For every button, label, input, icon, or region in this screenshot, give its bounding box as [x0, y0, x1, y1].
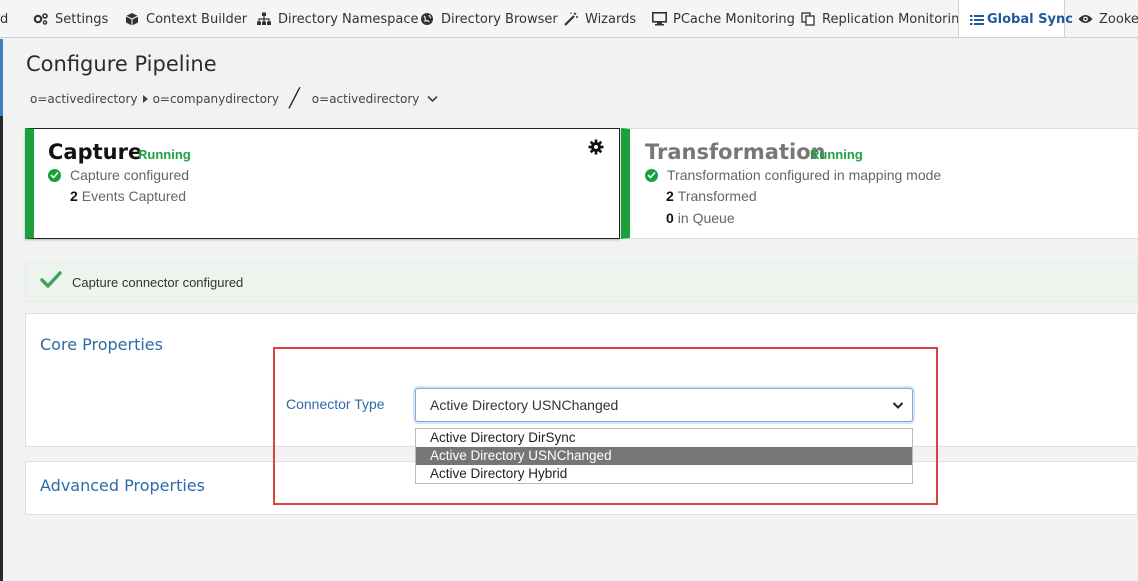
- transformation-stage-card[interactable]: Transformation Running Transformation co…: [621, 128, 1138, 239]
- globe-icon: [419, 11, 435, 27]
- left-edge: [0, 39, 3, 581]
- tab-label: PCache Monitoring: [673, 11, 795, 27]
- dropdown-option[interactable]: Active Directory Hybrid: [416, 465, 912, 483]
- tab-context-builder[interactable]: Context Builder: [124, 0, 248, 37]
- dropdown-option-selected[interactable]: Active Directory USNChanged: [416, 447, 912, 465]
- chevron-down-icon: [892, 398, 906, 412]
- queue-line: 0 in Queue: [666, 210, 735, 226]
- tab-label: d: [0, 11, 9, 27]
- tab-global-sync[interactable]: Global Sync: [958, 0, 1073, 37]
- capture-title: Capture: [48, 140, 143, 164]
- capture-status: Running: [138, 147, 191, 162]
- list-icon: [970, 12, 984, 28]
- events-captured-count: 2: [70, 188, 78, 204]
- transformed-line: 2 Transformed: [666, 188, 757, 204]
- tab-label: Zookee: [1099, 11, 1138, 27]
- copy-icon: [800, 11, 816, 27]
- queue-count: 0: [666, 210, 674, 226]
- check-icon: [40, 271, 62, 293]
- tab-label: Directory Namespace: [278, 11, 419, 27]
- tab-label: Context Builder: [146, 11, 248, 27]
- check-circle-icon: [645, 168, 658, 182]
- connector-type-select[interactable]: Active Directory USNChanged: [415, 388, 913, 422]
- top-tab-bar: d Settings Context Builder Directory Nam…: [0, 0, 1138, 38]
- gear-icon[interactable]: [588, 139, 606, 157]
- tab-partial[interactable]: d: [0, 0, 9, 37]
- tab-label: Wizards: [585, 11, 637, 27]
- connector-type-value: Active Directory USNChanged: [430, 397, 619, 413]
- tab-label: Global Sync: [987, 12, 1073, 27]
- sitemap-icon: [256, 11, 272, 27]
- capture-configured-line: Capture configured: [48, 167, 189, 183]
- tab-label: Directory Browser: [441, 11, 558, 27]
- core-properties-panel: Core Properties: [25, 313, 1138, 447]
- transformation-title: Transformation: [645, 140, 826, 164]
- capture-configured-text: Capture configured: [70, 167, 190, 183]
- breadcrumb-source-parent[interactable]: o=activedirectory: [30, 92, 138, 106]
- notice-text: Capture connector configured: [72, 274, 244, 290]
- connector-type-dropdown: Active Directory DirSync Active Director…: [415, 428, 913, 484]
- slash-separator: ╱: [288, 88, 300, 109]
- magic-wand-icon: [563, 11, 579, 27]
- tab-pcache-monitoring[interactable]: PCache Monitoring: [651, 0, 795, 37]
- core-properties-heading[interactable]: Core Properties: [40, 335, 163, 354]
- capture-stage-card[interactable]: Capture Running Capture configured 2 Eve…: [25, 128, 620, 239]
- caret-right-icon: [142, 94, 148, 103]
- tab-label: Settings: [55, 11, 109, 27]
- breadcrumb-source-child[interactable]: o=companydirectory: [153, 92, 279, 106]
- tab-directory-namespace[interactable]: Directory Namespace: [256, 0, 419, 37]
- eye-icon: [1077, 11, 1093, 27]
- events-captured-label: Events Captured: [81, 188, 187, 204]
- page-title: Configure Pipeline: [26, 52, 217, 76]
- check-circle-icon: [48, 168, 61, 182]
- queue-label: in Queue: [677, 210, 735, 226]
- transformed-label: Transformed: [677, 188, 757, 204]
- dropdown-option[interactable]: Active Directory DirSync: [416, 429, 912, 447]
- breadcrumb-target[interactable]: o=activedirectory: [312, 92, 420, 106]
- connector-type-label: Connector Type: [286, 396, 385, 412]
- tab-settings[interactable]: Settings: [33, 0, 109, 37]
- tab-directory-browser[interactable]: Directory Browser: [419, 0, 558, 37]
- chevron-down-icon[interactable]: [427, 92, 438, 106]
- cube-icon: [124, 11, 140, 27]
- tab-replication-monitoring[interactable]: Replication Monitoring: [800, 0, 968, 37]
- events-captured-line: 2 Events Captured: [70, 188, 186, 204]
- tab-label: Replication Monitoring: [822, 11, 968, 27]
- monitor-icon: [651, 11, 667, 27]
- success-notice: Capture connector configured: [25, 262, 1138, 302]
- transformation-status: Running: [810, 147, 863, 162]
- transformation-configured-line: Transformation configured in mapping mod…: [645, 167, 941, 183]
- transformed-count: 2: [666, 188, 674, 204]
- tab-wizards[interactable]: Wizards: [563, 0, 637, 37]
- breadcrumb: o=activedirectory o=companydirectory ╱ o…: [30, 88, 438, 109]
- left-edge-accent: [0, 39, 3, 116]
- advanced-properties-heading[interactable]: Advanced Properties: [40, 476, 205, 495]
- gears-icon: [33, 11, 49, 27]
- tab-zookeeper[interactable]: Zookee: [1077, 0, 1138, 37]
- transformation-configured-text: Transformation configured in mapping mod…: [667, 167, 942, 183]
